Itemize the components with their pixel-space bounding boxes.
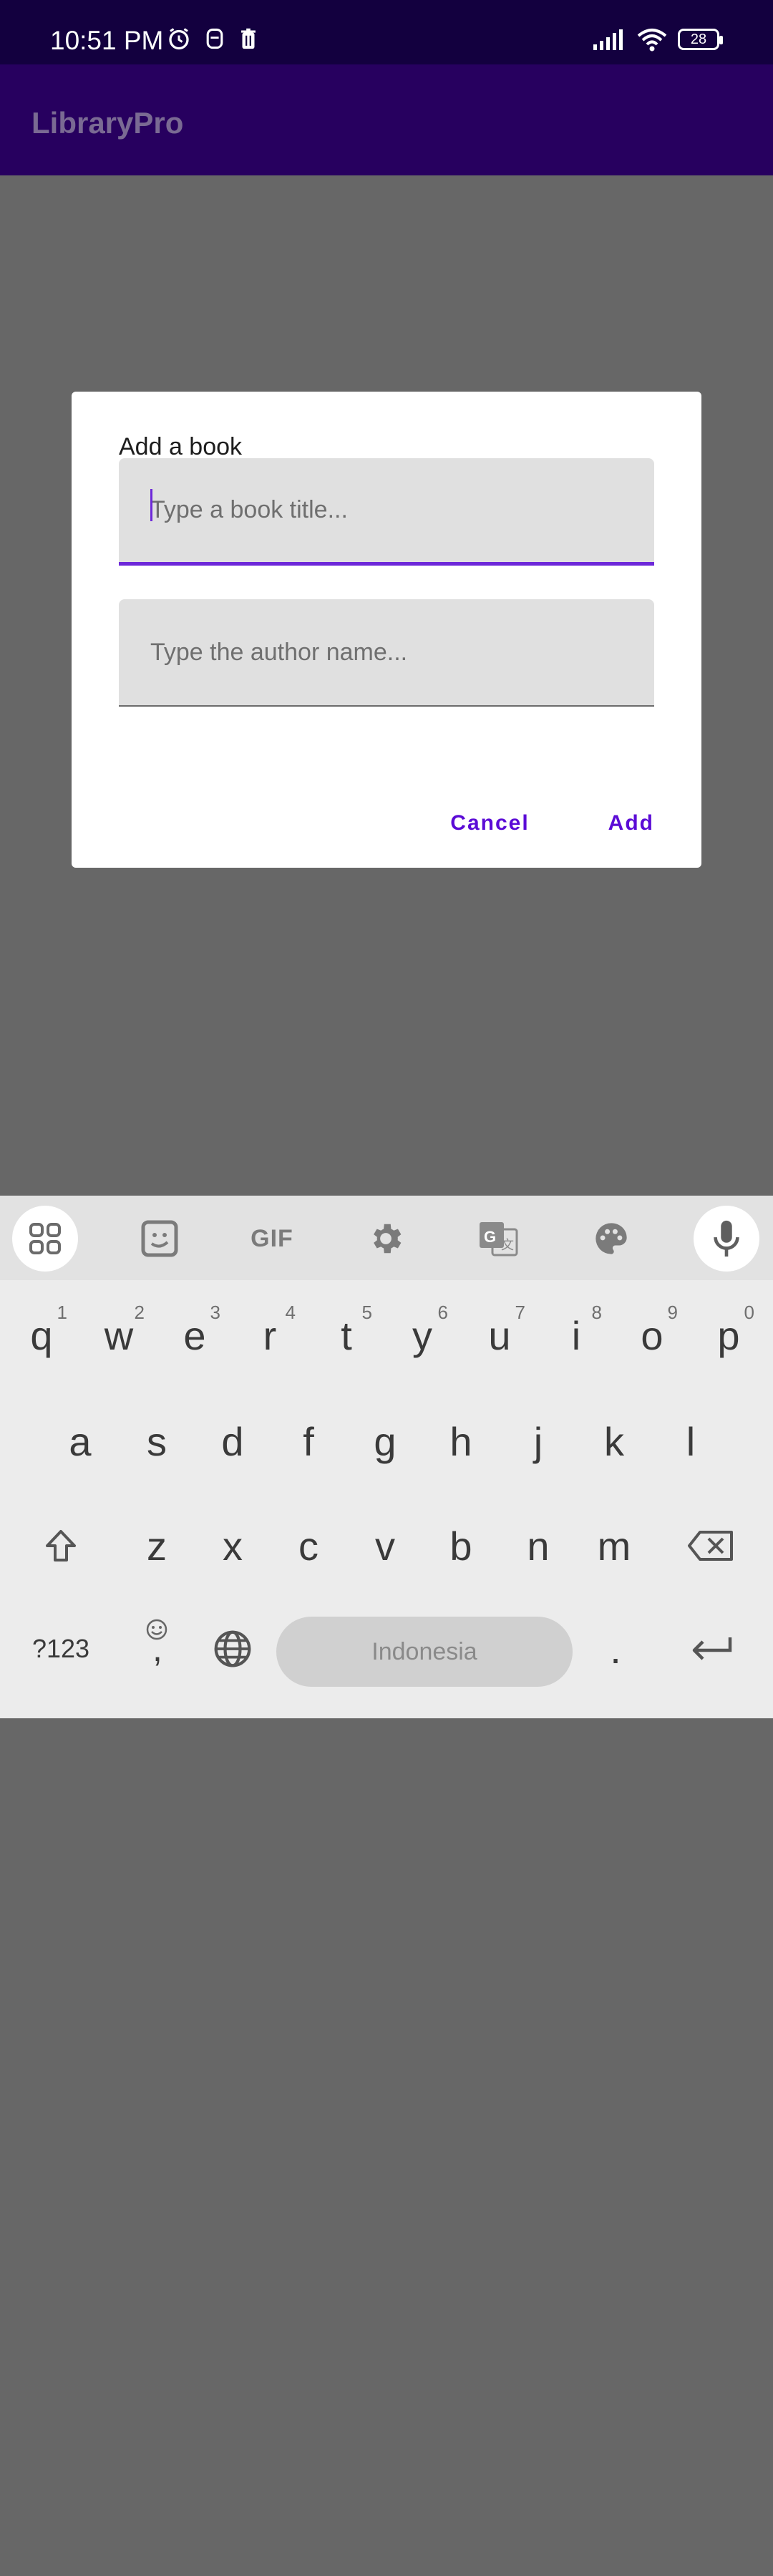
key-label: w xyxy=(104,1312,134,1358)
status-notification-icons xyxy=(166,26,259,52)
enter-key[interactable] xyxy=(673,1602,752,1695)
palette-icon[interactable] xyxy=(578,1206,644,1272)
key-label: y xyxy=(412,1312,432,1358)
enter-arrow-icon xyxy=(692,1637,732,1660)
key-label: e xyxy=(183,1312,206,1358)
key-number-hint: 0 xyxy=(744,1302,754,1323)
key-label: t xyxy=(341,1312,352,1358)
key-q[interactable]: q1 xyxy=(6,1289,77,1382)
alarm-icon xyxy=(169,28,189,50)
key-j[interactable]: j xyxy=(502,1395,574,1488)
shift-key[interactable] xyxy=(29,1499,93,1592)
backspace-icon xyxy=(688,1531,733,1561)
comma-key[interactable]: , xyxy=(122,1602,193,1695)
key-d[interactable]: d xyxy=(197,1395,268,1488)
key-m[interactable]: m xyxy=(578,1499,650,1592)
key-label: i xyxy=(571,1312,581,1358)
key-number-hint: 6 xyxy=(437,1302,448,1323)
add-book-dialog: Add a book Cancel Add xyxy=(72,392,701,868)
battery-level: 28 xyxy=(690,31,707,47)
key-g[interactable]: g xyxy=(349,1395,421,1488)
add-button[interactable]: Add xyxy=(608,811,654,836)
svg-text:G: G xyxy=(484,1228,496,1246)
keyboard-toolbar: GIF G 文 xyxy=(0,1196,773,1280)
sticker-icon[interactable] xyxy=(127,1206,193,1272)
status-bar: 10:51 PM 28 xyxy=(0,0,773,64)
dialog-title: Add a book xyxy=(119,433,243,460)
period-key[interactable]: . xyxy=(580,1602,651,1695)
key-b[interactable]: b xyxy=(425,1499,497,1592)
text-caret xyxy=(150,489,152,521)
svg-text:文: 文 xyxy=(501,1238,514,1253)
globe-icon xyxy=(214,1630,251,1667)
key-number-hint: 8 xyxy=(591,1302,602,1323)
space-bar[interactable]: Indonesia xyxy=(276,1617,573,1687)
key-label: u xyxy=(488,1312,511,1358)
status-system-icons: 28 xyxy=(592,27,723,52)
key-label: q xyxy=(30,1312,53,1358)
key-t[interactable]: t5 xyxy=(311,1289,382,1382)
key-y[interactable]: y6 xyxy=(386,1289,458,1382)
key-k[interactable]: k xyxy=(578,1395,650,1488)
shift-arrow-icon xyxy=(46,1530,76,1561)
key-e[interactable]: e3 xyxy=(159,1289,230,1382)
app-title: LibraryPro xyxy=(31,106,184,140)
settings-gear-icon[interactable] xyxy=(353,1206,419,1272)
emoji-icon xyxy=(146,1619,167,1640)
key-number-hint: 9 xyxy=(667,1302,678,1323)
book-title-field[interactable] xyxy=(119,458,654,566)
key-number-hint: 7 xyxy=(515,1302,525,1323)
key-number-hint: 3 xyxy=(210,1302,220,1323)
key-p[interactable]: p0 xyxy=(693,1289,764,1382)
key-v[interactable]: v xyxy=(349,1499,421,1592)
status-time: 10:51 PM xyxy=(50,26,164,55)
key-s[interactable]: s xyxy=(121,1395,193,1488)
key-u[interactable]: u7 xyxy=(464,1289,535,1382)
key-z[interactable]: z xyxy=(121,1499,193,1592)
microphone-icon[interactable] xyxy=(694,1206,759,1272)
key-label: p xyxy=(717,1312,740,1358)
apps-grid-icon[interactable] xyxy=(12,1206,78,1272)
author-name-field[interactable] xyxy=(119,599,654,707)
notification-app-icon xyxy=(206,28,223,49)
key-label: r xyxy=(263,1312,277,1358)
app-bar: LibraryPro xyxy=(0,64,773,175)
key-h[interactable]: h xyxy=(425,1395,497,1488)
key-r[interactable]: r4 xyxy=(234,1289,306,1382)
signal-icon xyxy=(593,29,623,50)
key-label: o xyxy=(641,1312,663,1358)
trash-icon xyxy=(241,28,256,49)
key-o[interactable]: o9 xyxy=(616,1289,688,1382)
gif-button[interactable]: GIF xyxy=(239,1206,305,1272)
backspace-key[interactable] xyxy=(679,1499,743,1592)
key-x[interactable]: x xyxy=(197,1499,268,1592)
book-title-input[interactable] xyxy=(119,458,654,562)
translate-icon[interactable]: G 文 xyxy=(465,1206,531,1272)
key-number-hint: 4 xyxy=(285,1302,296,1323)
key-a[interactable]: a xyxy=(44,1395,116,1488)
key-number-hint: 1 xyxy=(57,1302,67,1323)
author-name-input[interactable] xyxy=(119,599,654,705)
key-w[interactable]: w2 xyxy=(83,1289,155,1382)
language-globe-key[interactable] xyxy=(199,1602,266,1695)
key-f[interactable]: f xyxy=(273,1395,344,1488)
key-i[interactable]: i8 xyxy=(540,1289,612,1382)
gif-label: GIF xyxy=(251,1224,293,1252)
keyboard-row-1 xyxy=(0,2483,773,2576)
battery-icon: 28 xyxy=(678,29,723,50)
key-number-hint: 2 xyxy=(134,1302,145,1323)
symbols-key[interactable]: ?123 xyxy=(14,1602,107,1695)
key-l[interactable]: l xyxy=(655,1395,726,1488)
key-n[interactable]: n xyxy=(502,1499,574,1592)
dialog-actions: Cancel Add xyxy=(450,811,654,836)
key-c[interactable]: c xyxy=(273,1499,344,1592)
cancel-button[interactable]: Cancel xyxy=(450,811,529,836)
wifi-icon xyxy=(637,29,667,52)
key-number-hint: 5 xyxy=(361,1302,372,1323)
